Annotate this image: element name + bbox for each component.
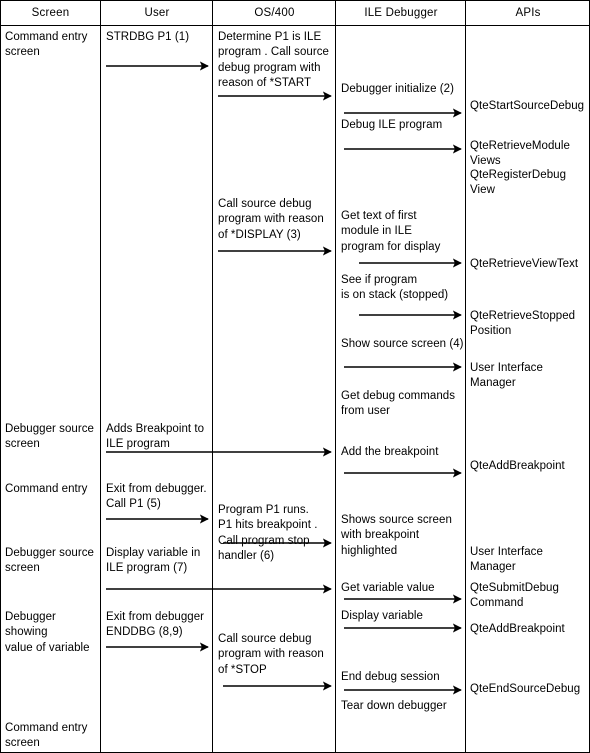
ile-entry-show-source-screen: Show source screen (4): [341, 338, 464, 350]
api-entry-qtestartsourcedebug: QteStartSourceDebug: [470, 100, 585, 112]
column-header-screen: Screen: [31, 7, 70, 19]
ile-entry-debug-ile-program: Debug ILE program: [341, 119, 443, 131]
api-entry-qtesubmitdebugcommand: QteSubmitDebug Command: [470, 582, 559, 610]
api-entry-qteretrievemoduleviews: QteRetrieveModule Views: [470, 140, 570, 168]
ile-entry-shows-source-screen: Shows source screen with breakpoint high…: [341, 514, 452, 557]
ile-entry-get-text-first: Get text of first module in ILE program …: [341, 210, 441, 253]
api-entry-qteaddbreakpoint-2: QteAddBreakpoint: [470, 623, 565, 635]
column-header-apis: APIs: [515, 7, 541, 19]
screen-entry-command-entry-1: Command entry screen: [5, 31, 88, 59]
api-entry-qteaddbreakpoint-1: QteAddBreakpoint: [470, 460, 565, 472]
column-header-ile: ILE Debugger: [364, 7, 438, 19]
ile-entry-get-debug-commands: Get debug commands from user: [341, 390, 456, 418]
screen-entry-debugger-source-1: Debugger source screen: [5, 423, 94, 451]
user-entry-enddbg: Exit from debugger ENDDBG (8,9): [106, 611, 205, 639]
column-header-os400: OS/400: [254, 7, 295, 19]
api-entry-user-interface-manager-2: User Interface Manager: [470, 546, 543, 574]
os400-entry-call-stop: Call source debug program with reason of…: [218, 633, 324, 676]
user-entry-adds-breakpoint: Adds Breakpoint to ILE program: [106, 423, 205, 451]
ile-entry-see-if-program: See if program is on stack (stopped): [341, 274, 449, 302]
ile-entry-get-variable-value: Get variable value: [341, 582, 435, 594]
api-entry-qteendsourcedebug: QteEndSourceDebug: [470, 683, 581, 695]
user-entry-exit-call-p1: Exit from debugger. Call P1 (5): [106, 483, 207, 511]
screen-entry-debugger-showing: Debugger showing value of variable: [5, 611, 90, 654]
os400-entry-program-runs: Program P1 runs. P1 hits breakpoint . Ca…: [218, 504, 318, 563]
api-entry-qteregisterdebugview: QteRegisterDebug View: [470, 169, 567, 197]
ile-debugger-flow-diagram: Screen User OS/400 ILE Debugger APIs Com…: [0, 0, 590, 753]
ile-entry-display-variable: Display variable: [341, 610, 423, 622]
ile-entry-add-the-breakpoint: Add the breakpoint: [341, 446, 439, 458]
ile-entry-end-debug-session: End debug session: [341, 671, 440, 683]
os400-entry-call-display: Call source debug program with reason of…: [218, 198, 324, 241]
ile-entry-debugger-initialize: Debugger initialize (2): [341, 83, 455, 95]
column-header-user: User: [144, 7, 170, 19]
api-entry-qteretrievestopped: QteRetrieveStopped Position: [470, 310, 576, 338]
user-entry-strdbg: STRDBG P1 (1): [106, 31, 190, 43]
os400-entry-determine-p1: Determine P1 is ILE program . Call sourc…: [218, 31, 329, 90]
screen-entry-debugger-source-2: Debugger source screen: [5, 547, 94, 575]
user-entry-display-variable: Display variable in ILE program (7): [106, 547, 201, 575]
screen-entry-command-entry-2: Command entry: [5, 483, 88, 495]
api-entry-user-interface-manager-1: User Interface Manager: [470, 362, 543, 390]
api-entry-qteretrieveviewtext: QteRetrieveViewText: [470, 258, 579, 270]
ile-entry-tear-down-debugger: Tear down debugger: [341, 700, 447, 712]
screen-entry-command-entry-3: Command entry screen: [5, 722, 88, 750]
